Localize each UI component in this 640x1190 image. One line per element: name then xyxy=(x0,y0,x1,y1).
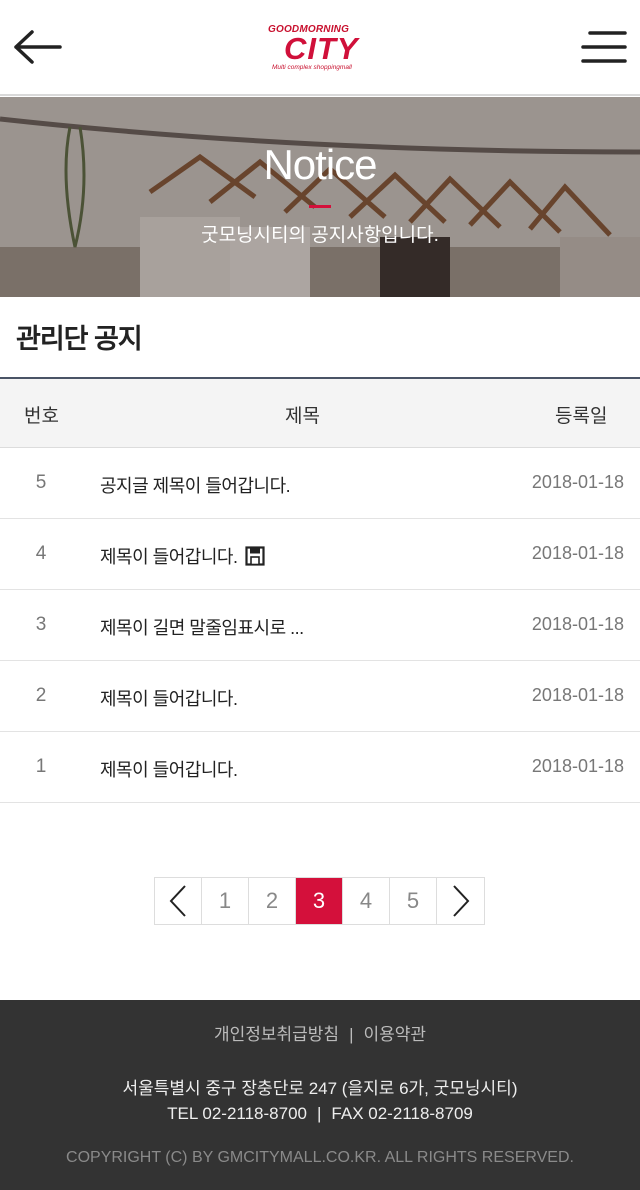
row-title[interactable]: 제목이 들어갑니다. xyxy=(100,756,238,782)
footer-copyright: COPYRIGHT (C) BY GMCITYMALL.CO.KR. ALL R… xyxy=(66,1149,574,1166)
privacy-policy-link[interactable]: 개인정보취급방침 xyxy=(214,1025,339,1044)
header-number: 번호 xyxy=(24,406,59,427)
page-4-button[interactable]: 4 xyxy=(343,878,390,924)
hamburger-icon xyxy=(581,31,627,63)
site-footer: 개인정보취급방침 | 이용약관 서울특별시 중구 장충단로 247 (을지로 6가,… xyxy=(0,1000,640,1190)
row-title-text: 제목이 길면 말줄임표시로 ... xyxy=(100,618,304,638)
footer-links: 개인정보취급방침 | 이용약관 xyxy=(0,1020,640,1045)
notice-table: 번호 제목 등록일 5 공지글 제목이 들어갑니다. 2018-01-18 4 … xyxy=(0,377,640,803)
row-title-text: 공지글 제목이 들어갑니다. xyxy=(100,476,291,496)
table-row[interactable]: 2 제목이 들어갑니다. 2018-01-18 xyxy=(0,661,640,732)
prev-page-button[interactable] xyxy=(155,878,202,924)
footer-tel: TEL 02-2118-8700 xyxy=(167,1104,307,1123)
row-number: 3 xyxy=(35,614,47,635)
table-row[interactable]: 3 제목이 길면 말줄임표시로 ... 2018-01-18 xyxy=(0,590,640,661)
page-3-button-current[interactable]: 3 xyxy=(296,878,343,924)
menu-button[interactable] xyxy=(580,30,628,64)
row-date: 2018-01-18 xyxy=(531,543,624,563)
banner-title: Notice xyxy=(263,141,377,188)
page-2-button[interactable]: 2 xyxy=(249,878,296,924)
row-date: 2018-01-18 xyxy=(531,756,624,776)
row-title[interactable]: 제목이 들어갑니다. xyxy=(100,543,266,569)
site-logo[interactable]: GOODMORNING CITY Multi complex shoppingm… xyxy=(266,24,376,72)
pagination: 1 2 3 4 5 xyxy=(154,877,485,925)
attachment-file-icon xyxy=(245,546,266,566)
row-date: 2018-01-18 xyxy=(531,472,624,492)
row-date: 2018-01-18 xyxy=(531,685,624,705)
row-title[interactable]: 제목이 길면 말줄임표시로 ... xyxy=(100,614,304,640)
notice-banner: Notice 굿모닝시티의 공지사항입니다. xyxy=(0,97,640,297)
footer-separator: | xyxy=(349,1025,354,1044)
banner-accent-bar xyxy=(309,205,331,208)
table-row[interactable]: 4 제목이 들어갑니다. 2018-01-18 xyxy=(0,519,640,590)
row-number: 2 xyxy=(35,685,47,706)
chevron-right-icon xyxy=(452,885,469,917)
footer-contact-separator: | xyxy=(317,1104,322,1123)
row-title-text: 제목이 들어갑니다. xyxy=(100,689,238,709)
logo-sub-text: Multi complex shoppingmall xyxy=(272,64,352,71)
footer-address: 서울특별시 중구 장충단로 247 (을지로 6가, 굿모닝시티) xyxy=(122,1079,518,1098)
footer-contact: TEL 02-2118-8700 | FAX 02-2118-8709 xyxy=(0,1104,640,1124)
footer-fax: FAX 02-2118-8709 xyxy=(331,1104,473,1123)
table-header: 번호 제목 등록일 xyxy=(0,377,640,448)
page-5-button[interactable]: 5 xyxy=(390,878,437,924)
header-title: 제목 xyxy=(285,406,320,427)
row-number: 5 xyxy=(35,472,47,493)
row-date: 2018-01-18 xyxy=(531,614,624,634)
table-row[interactable]: 1 제목이 들어갑니다. 2018-01-18 xyxy=(0,732,640,803)
row-title-text: 제목이 들어갑니다. xyxy=(100,547,238,567)
logo-main-text: CITY xyxy=(284,31,359,66)
page-1-button[interactable]: 1 xyxy=(202,878,249,924)
section-title: 관리단 공지 xyxy=(16,324,143,354)
chevron-left-icon xyxy=(169,885,186,917)
row-title[interactable]: 공지글 제목이 들어갑니다. xyxy=(100,472,291,498)
table-row[interactable]: 5 공지글 제목이 들어갑니다. 2018-01-18 xyxy=(0,448,640,519)
row-title-text: 제목이 들어갑니다. xyxy=(100,760,238,780)
banner-subtitle: 굿모닝시티의 공지사항입니다. xyxy=(201,225,439,246)
terms-link[interactable]: 이용약관 xyxy=(363,1025,426,1044)
next-page-button[interactable] xyxy=(437,878,484,924)
header-date: 등록일 xyxy=(555,406,608,427)
row-title[interactable]: 제목이 들어갑니다. xyxy=(100,685,238,711)
app-header: GOODMORNING CITY Multi complex shoppingm… xyxy=(0,0,640,96)
back-button[interactable] xyxy=(12,26,64,68)
row-number: 1 xyxy=(35,756,47,777)
arrow-left-icon xyxy=(14,30,62,64)
row-number: 4 xyxy=(35,543,47,564)
banner-overlay xyxy=(0,97,640,297)
